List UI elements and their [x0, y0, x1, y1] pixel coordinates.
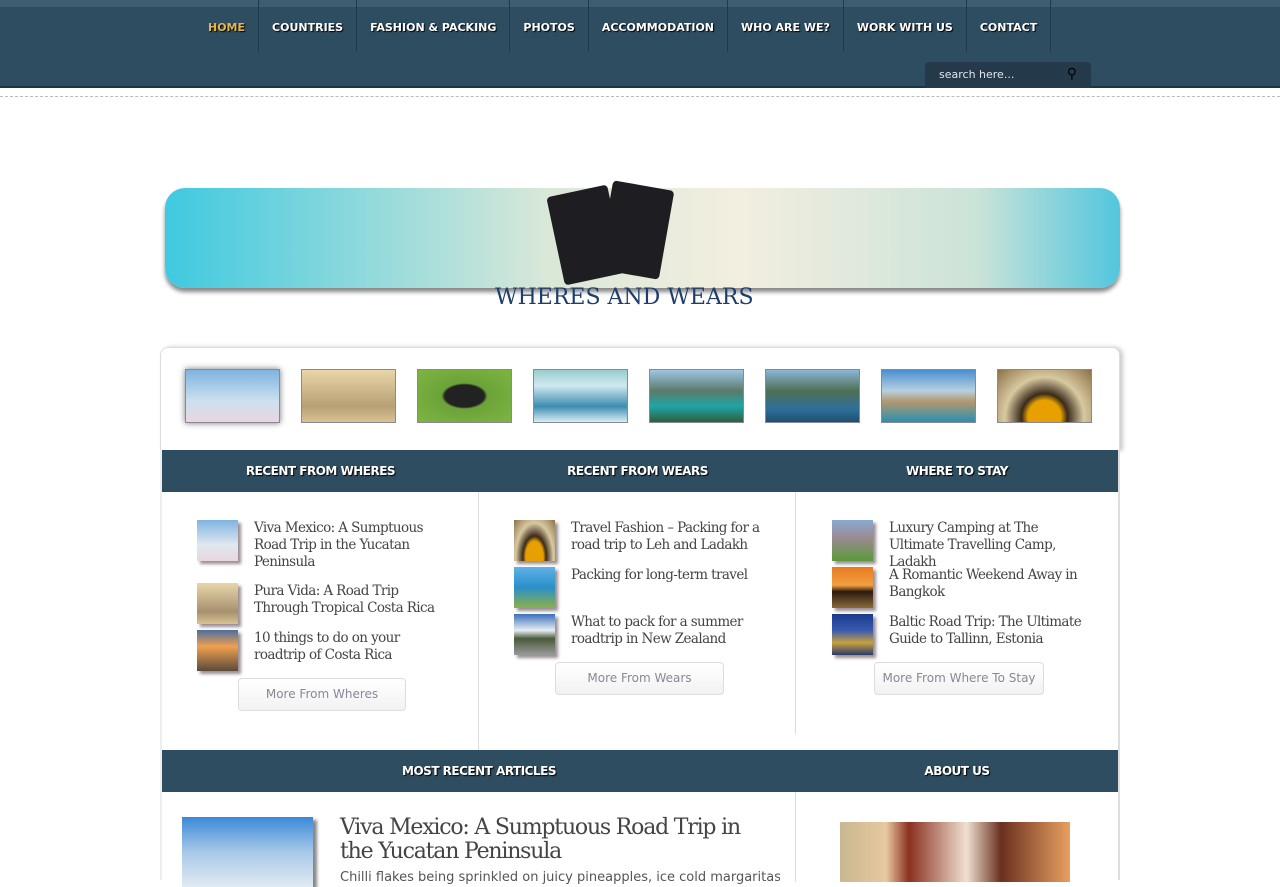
post-title[interactable]: Luxury Camping at The Ultimate Travellin… [889, 520, 1094, 571]
list-item[interactable]: Luxury Camping at The Ultimate Travellin… [832, 520, 1094, 571]
list-item[interactable]: Packing for long-term travel [514, 567, 769, 608]
post-title[interactable]: Viva Mexico: A Sumptuous Road Trip in th… [254, 520, 452, 571]
column-divider [478, 492, 479, 750]
site-logo[interactable]: WHERES AND WEARS [160, 160, 1120, 320]
recent-article-excerpt: Chilli flakes being sprinkled on juicy p… [340, 870, 780, 885]
post-thumbnail [832, 614, 873, 655]
search-input[interactable]: search here... ⚲ [925, 62, 1091, 88]
column-divider [795, 492, 796, 734]
post-title[interactable]: Travel Fashion – Packing for a road trip… [571, 520, 769, 561]
section-header-wears: RECENT FROM WEARS [479, 450, 796, 492]
nav-work-with-us[interactable]: WORK WITH US [844, 0, 967, 52]
list-item[interactable]: What to pack for a summer roadtrip in Ne… [514, 614, 769, 655]
nav-home[interactable]: HOME [195, 0, 260, 52]
nav-countries[interactable]: COUNTRIES [259, 0, 358, 52]
more-from-where-to-stay-button[interactable]: More From Where To Stay [874, 662, 1044, 695]
slider-thumb[interactable] [301, 369, 396, 423]
post-thumbnail [514, 567, 555, 608]
search-placeholder: search here... [939, 68, 1015, 81]
post-thumbnail [514, 614, 555, 655]
nav-accommodation[interactable]: ACCOMMODATION [589, 0, 729, 52]
list-item[interactable]: A Romantic Weekend Away in Bangkok [832, 567, 1094, 608]
top-navigation-bar: HOME COUNTRIES FASHION & PACKING PHOTOS … [0, 0, 1280, 88]
slider-thumb[interactable] [417, 369, 512, 423]
nav-contact[interactable]: CONTACT [967, 0, 1052, 52]
post-title[interactable]: Pura Vida: A Road Trip Through Tropical … [254, 583, 452, 624]
section-header-about-us: ABOUT US [796, 750, 1118, 792]
nav-photos[interactable]: PHOTOS [510, 0, 589, 52]
logo-tagline: WHERES AND WEARS [495, 285, 754, 310]
section-header-wheres: RECENT FROM WHERES [162, 450, 479, 492]
post-title[interactable]: Packing for long-term travel [571, 567, 748, 608]
post-thumbnail [514, 520, 555, 561]
slider-thumb[interactable] [533, 369, 628, 423]
list-item[interactable]: Travel Fashion – Packing for a road trip… [514, 520, 769, 561]
more-from-wears-button[interactable]: More From Wears [555, 662, 724, 695]
slider-thumb[interactable] [881, 369, 976, 423]
list-item[interactable]: Viva Mexico: A Sumptuous Road Trip in th… [197, 520, 452, 571]
post-thumbnail [832, 567, 873, 608]
nav-who-are-we[interactable]: WHO ARE WE? [728, 0, 844, 52]
slider-thumb[interactable] [649, 369, 744, 423]
about-us-photo [840, 822, 1070, 882]
post-title[interactable]: What to pack for a summer roadtrip in Ne… [571, 614, 769, 655]
list-item[interactable]: Pura Vida: A Road Trip Through Tropical … [197, 583, 452, 624]
featured-slider [160, 347, 1120, 451]
post-title[interactable]: Baltic Road Trip: The Ultimate Guide to … [889, 614, 1094, 655]
post-thumbnail [197, 520, 238, 561]
post-thumbnail [197, 583, 238, 624]
slider-thumb[interactable] [765, 369, 860, 423]
post-thumbnail [832, 520, 873, 561]
section-header-most-recent: MOST RECENT ARTICLES [162, 750, 796, 792]
slider-thumb[interactable] [997, 369, 1092, 423]
post-thumbnail [197, 630, 238, 671]
column-divider [795, 792, 796, 882]
list-item[interactable]: 10 things to do on your roadtrip of Cost… [197, 630, 452, 671]
slider-thumb[interactable] [185, 369, 280, 423]
list-item[interactable]: Baltic Road Trip: The Ultimate Guide to … [832, 614, 1094, 655]
passport-icon [546, 180, 675, 290]
post-title[interactable]: A Romantic Weekend Away in Bangkok [889, 567, 1094, 608]
recent-article-title[interactable]: Viva Mexico: A Sumptuous Road Trip in th… [340, 816, 770, 864]
post-title[interactable]: 10 things to do on your roadtrip of Cost… [254, 630, 452, 671]
search-icon[interactable]: ⚲ [1067, 66, 1077, 82]
divider [0, 96, 1280, 97]
section-header-stay: WHERE TO STAY [796, 450, 1118, 492]
main-nav: HOME COUNTRIES FASHION & PACKING PHOTOS … [195, 0, 1052, 52]
nav-fashion-packing[interactable]: FASHION & PACKING [357, 0, 511, 52]
more-from-wheres-button[interactable]: More From Wheres [238, 678, 406, 711]
recent-article-thumbnail[interactable] [182, 817, 313, 887]
